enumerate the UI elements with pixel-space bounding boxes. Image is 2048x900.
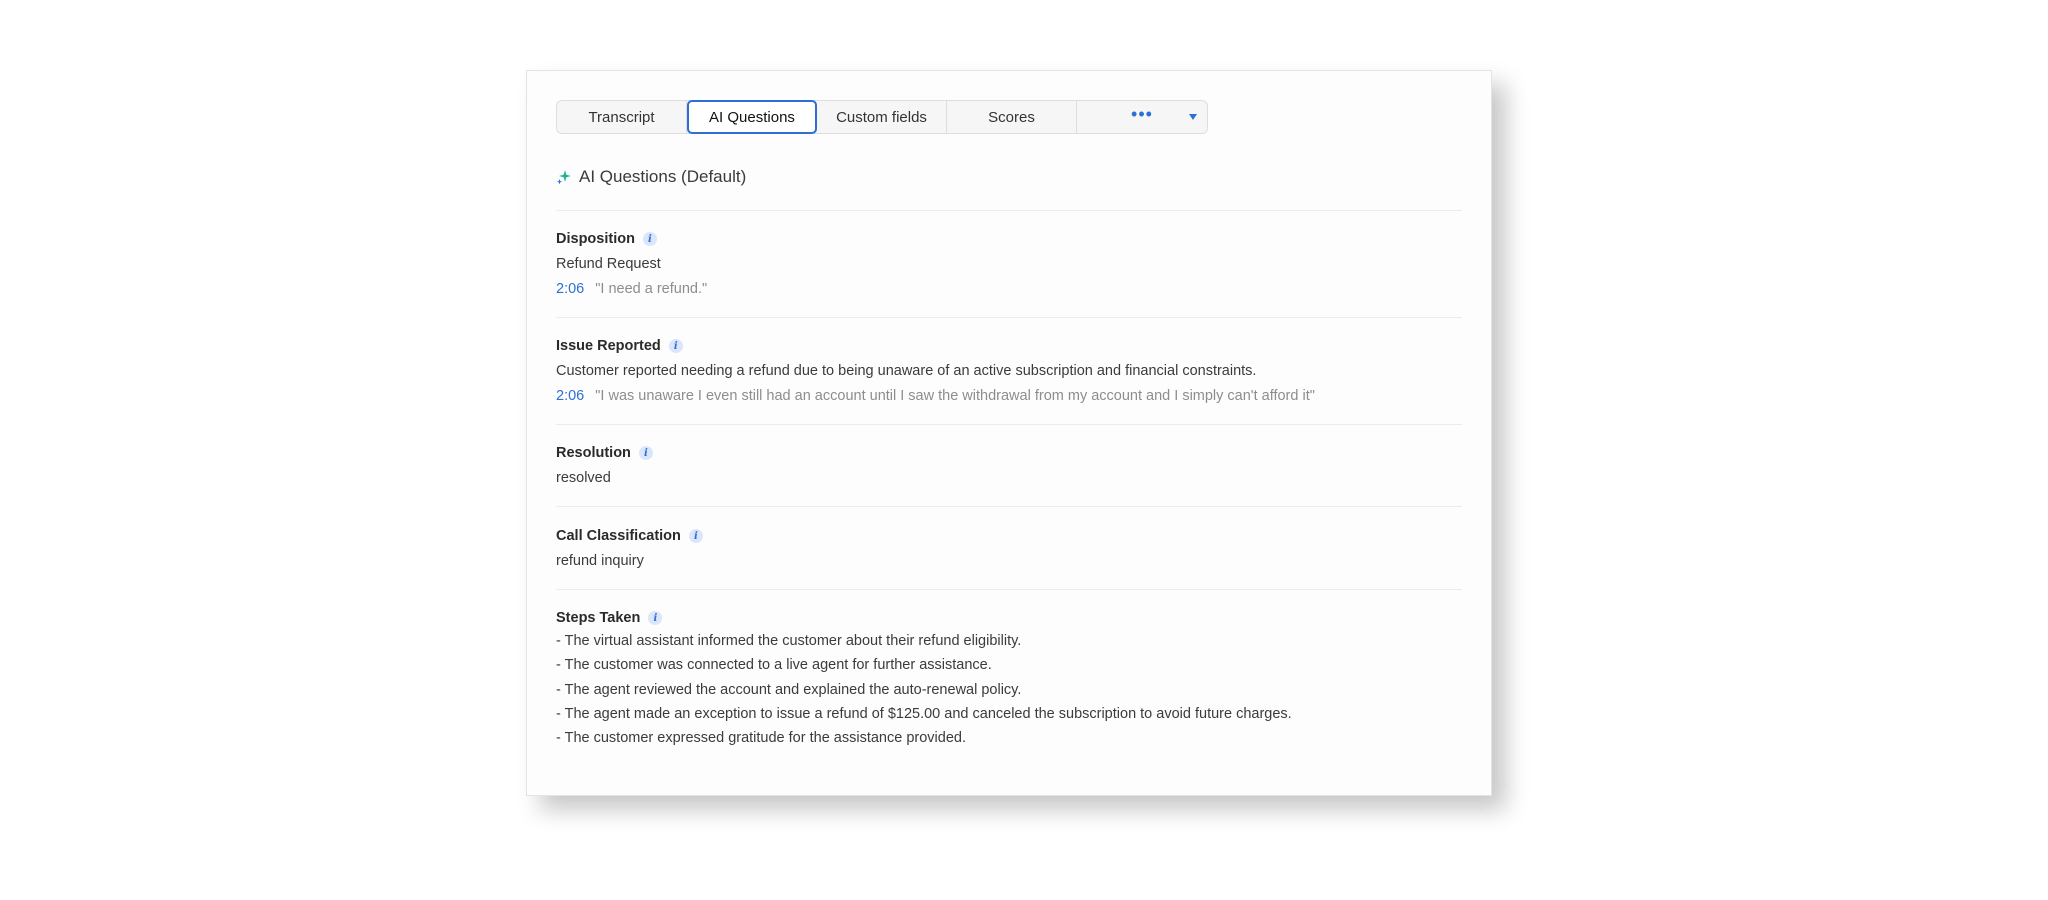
divider (556, 589, 1462, 590)
answer-value: Customer reported needing a refund due t… (556, 363, 1257, 379)
list-item: - The agent reviewed the account and exp… (556, 681, 1022, 698)
tab-bar: Transcript AI Questions Custom fields Sc… (556, 100, 1208, 134)
timestamp-link[interactable]: 2:06 (556, 281, 584, 297)
question-resolution: Resolution i resolved (556, 444, 1462, 487)
question-issue-reported: Issue Reported i Customer reported needi… (556, 337, 1462, 405)
info-icon[interactable]: i (642, 232, 657, 246)
question-label: Resolution (556, 445, 631, 461)
chevron-down-icon[interactable] (1189, 114, 1197, 120)
divider (556, 317, 1462, 318)
tab-transcript[interactable]: Transcript (557, 101, 687, 133)
list-item: - The customer was connected to a live a… (556, 657, 992, 674)
question-call-classification: Call Classification i refund inquiry (556, 527, 1462, 570)
question-disposition: Disposition i Refund Request 2:06 "I nee… (556, 230, 1462, 298)
tab-more[interactable]: ••• (1077, 101, 1207, 133)
section-title: AI Questions (Default) (556, 167, 746, 187)
more-dots-icon: ••• (1131, 104, 1153, 124)
divider (556, 210, 1462, 211)
section-title-text: AI Questions (Default) (579, 167, 747, 186)
answer-value: resolved (556, 470, 611, 486)
list-item: - The virtual assistant informed the cus… (556, 633, 1022, 649)
sparkle-icon (557, 170, 571, 185)
evidence-quote: "I was unaware I even still had an accou… (595, 388, 1315, 404)
evidence-quote: "I need a refund." (595, 281, 708, 297)
tab-scores[interactable]: Scores (947, 101, 1077, 133)
answer-value: refund inquiry (556, 553, 644, 569)
divider (556, 424, 1462, 425)
list-item: - The agent made an exception to issue a… (556, 705, 1292, 722)
steps-list: - The virtual assistant informed the cus… (556, 629, 1462, 750)
timestamp-link[interactable]: 2:06 (556, 388, 584, 404)
answer-value: Refund Request (556, 256, 661, 272)
list-item: - The customer expressed gratitude for t… (556, 730, 966, 747)
info-icon[interactable]: i (688, 529, 703, 543)
question-label: Steps Taken (556, 610, 641, 626)
question-label: Issue Reported (556, 338, 661, 354)
tab-custom-fields[interactable]: Custom fields (817, 101, 947, 133)
question-label: Disposition (556, 231, 635, 247)
question-steps-taken: Steps Taken i - The virtual assistant in… (556, 609, 1462, 750)
ai-questions-panel: Transcript AI Questions Custom fields Sc… (526, 70, 1492, 796)
info-icon[interactable]: i (648, 611, 663, 625)
tab-ai-questions[interactable]: AI Questions (687, 100, 817, 134)
info-icon[interactable]: i (668, 339, 683, 353)
divider (556, 506, 1462, 507)
question-label: Call Classification (556, 528, 681, 544)
info-icon[interactable]: i (638, 446, 653, 460)
